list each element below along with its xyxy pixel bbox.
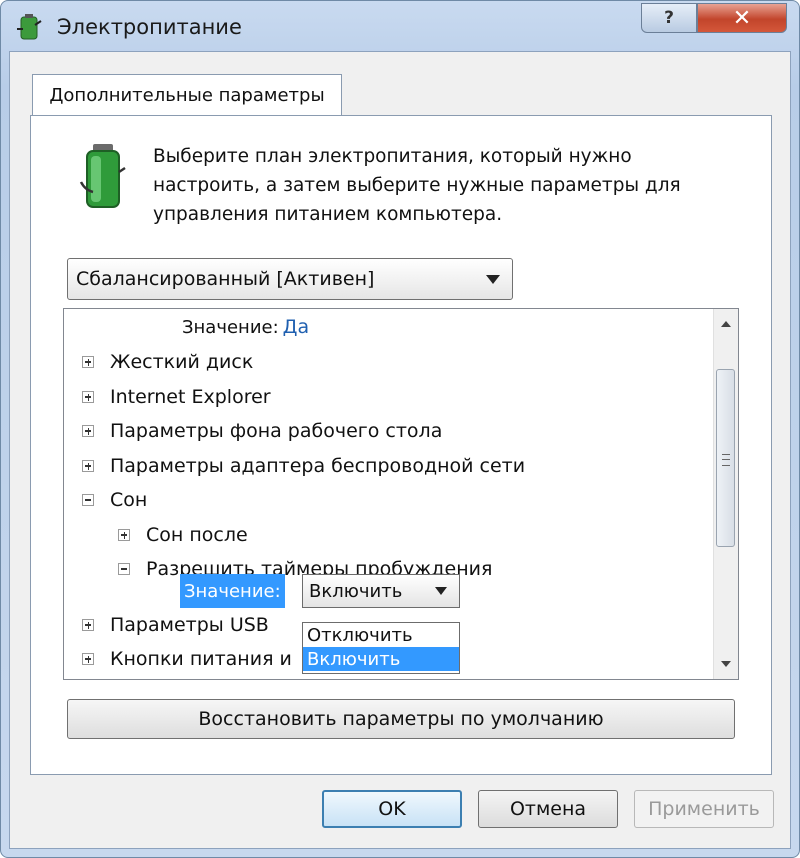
expand-icon[interactable] [82, 619, 94, 631]
restore-defaults-button[interactable]: Восстановить параметры по умолчанию [67, 699, 735, 739]
expand-icon[interactable] [82, 425, 94, 437]
chevron-down-icon [486, 275, 500, 284]
power-plan-select[interactable]: Сбалансированный [Активен] [67, 258, 513, 300]
dialog-client: Дополнительные параметры Выберите план э… [9, 51, 791, 849]
dropdown-option-enable[interactable]: Включить [303, 647, 459, 671]
ok-button[interactable]: OK [322, 790, 462, 828]
tree-item-wireless-adapter[interactable]: Параметры адаптера беспроводной сети [82, 452, 525, 480]
power-options-window: Электропитание ? ✕ Дополнительные параме… [0, 0, 800, 858]
tab-advanced-settings[interactable]: Дополнительные параметры [32, 74, 342, 116]
cancel-button[interactable]: Отмена [478, 790, 618, 828]
tree-top-value: Значение: Да [182, 313, 309, 341]
dropdown-option-disable[interactable]: Отключить [303, 623, 459, 647]
scroll-up-icon[interactable] [721, 321, 731, 327]
tree-scrollbar[interactable] [713, 309, 738, 679]
close-button[interactable]: ✕ [697, 3, 787, 33]
expand-icon[interactable] [118, 529, 130, 541]
collapse-icon[interactable] [82, 494, 94, 506]
tree-item-label: Жесткий диск [110, 351, 254, 373]
tree-item-label: Сон после [146, 524, 248, 546]
tree-item-label: Internet Explorer [110, 386, 271, 408]
settings-tree[interactable]: Значение: Да Жесткий диск Internet Explo… [63, 308, 739, 680]
tree-item-sleep-after[interactable]: Сон после [118, 521, 248, 549]
scroll-down-icon[interactable] [721, 661, 731, 667]
tree-item-label: Параметры фона рабочего стола [110, 420, 443, 442]
wake-timers-dropdown-list[interactable]: Отключить Включить [302, 622, 460, 674]
expand-icon[interactable] [82, 356, 94, 368]
tree-item-label: Параметры адаптера беспроводной сети [110, 455, 526, 477]
tree-item-internet-explorer[interactable]: Internet Explorer [82, 383, 271, 411]
value-label: Значение: [182, 316, 279, 338]
tree-item-label: Параметры USB [110, 614, 269, 636]
tree-item-label: Сон [110, 489, 148, 511]
battery-plug-icon [17, 14, 42, 40]
description-text: Выберите план электропитания, который ну… [153, 146, 681, 225]
grip-icon [722, 454, 730, 466]
apply-button[interactable]: Применить [634, 790, 774, 828]
wake-timers-value: Включить [309, 580, 403, 602]
scroll-thumb[interactable] [716, 369, 735, 547]
selected-value-label[interactable]: Значение: [180, 574, 285, 608]
tab-page: Выберите план электропитания, который ну… [30, 115, 772, 775]
title-bar: Электропитание ? ✕ [1, 1, 799, 51]
battery-icon [79, 144, 126, 208]
tree-item-desktop-background[interactable]: Параметры фона рабочего стола [82, 417, 442, 445]
tree-item-label: Кнопки питания и [110, 648, 292, 670]
chevron-down-icon [435, 587, 447, 595]
tree-item-sleep[interactable]: Сон [82, 486, 147, 514]
tree-item-power-buttons[interactable]: Кнопки питания и [82, 645, 292, 673]
tree-item-hard-disk[interactable]: Жесткий диск [82, 348, 253, 376]
expand-icon[interactable] [82, 460, 94, 472]
tree-item-usb[interactable]: Параметры USB [82, 611, 269, 639]
expand-icon[interactable] [82, 391, 94, 403]
window-title: Электропитание [57, 15, 242, 39]
help-button[interactable]: ? [641, 3, 697, 33]
wake-timers-select[interactable]: Включить [302, 574, 460, 608]
value-link[interactable]: Да [283, 316, 310, 338]
power-plan-value: Сбалансированный [Активен] [76, 268, 375, 290]
expand-icon[interactable] [82, 653, 94, 665]
collapse-icon[interactable] [118, 563, 130, 575]
